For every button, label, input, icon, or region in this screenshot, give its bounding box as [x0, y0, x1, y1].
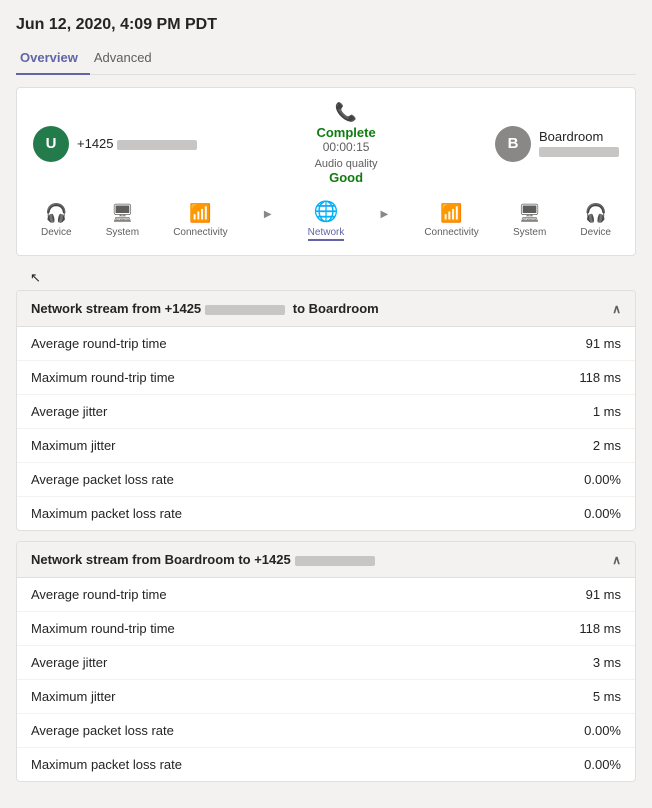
metric-label: Maximum jitter: [31, 689, 116, 704]
tabs-bar: Overview Advanced: [16, 44, 636, 75]
metric-label: Maximum packet loss rate: [31, 506, 182, 521]
connectivity-left-label: Connectivity: [173, 227, 227, 238]
avatar-right: B: [495, 126, 531, 162]
stream2-title-redacted: [295, 556, 375, 566]
metric-label: Maximum jitter: [31, 438, 116, 453]
system-left-label: System: [106, 227, 139, 238]
metric-label: Average packet loss rate: [31, 472, 174, 487]
page-timestamp: Jun 12, 2020, 4:09 PM PDT: [16, 16, 636, 34]
tab-advanced[interactable]: Advanced: [90, 44, 164, 75]
table-row: Maximum packet loss rate 0.00%: [17, 748, 635, 781]
wifi-left-icon: 📶: [189, 203, 211, 224]
device-right-label: Device: [580, 227, 611, 238]
tab-overview[interactable]: Overview: [16, 44, 90, 75]
metric-value: 118 ms: [579, 621, 621, 636]
signal-node-network: 🌐 Network: [308, 199, 345, 241]
redacted-bar-right: [539, 147, 619, 157]
metric-value: 91 ms: [586, 587, 621, 602]
signal-node-system-left: 🖥 System: [106, 203, 139, 238]
table-row: Average jitter 3 ms: [17, 646, 635, 680]
participant-left: U +1425: [33, 126, 197, 162]
metric-label: Average packet loss rate: [31, 723, 174, 738]
stream2-header[interactable]: Network stream from Boardroom to +1425 ∧: [17, 542, 635, 578]
metric-value: 0.00%: [584, 506, 621, 521]
table-row: Average packet loss rate 0.00%: [17, 463, 635, 497]
page-wrapper: Jun 12, 2020, 4:09 PM PDT Overview Advan…: [0, 0, 652, 808]
arrow-left: ▶: [262, 209, 274, 232]
metric-value: 0.00%: [584, 472, 621, 487]
table-row: Average jitter 1 ms: [17, 395, 635, 429]
participant-left-info: +1425: [77, 136, 197, 151]
participant-right: B Boardroom: [495, 126, 619, 162]
stream2-title: Network stream from Boardroom to +1425: [31, 552, 375, 567]
signal-node-system-right: 🖥 System: [513, 203, 546, 238]
redacted-bar-left: [117, 140, 197, 150]
metric-label: Maximum round-trip time: [31, 370, 175, 385]
headset-right-icon: 🎧: [585, 203, 607, 224]
arrow-right: ▶: [378, 209, 390, 232]
participant-right-name: Boardroom: [539, 129, 619, 144]
cursor-row: ↖: [16, 266, 636, 290]
stream2-section: Network stream from Boardroom to +1425 ∧…: [16, 541, 636, 782]
metric-value: 1 ms: [593, 404, 621, 419]
stream2-chevron: ∧: [612, 553, 621, 567]
signal-path: 🎧 Device 🖥 System 📶 Connectivity ▶ 🌐 Net…: [33, 199, 619, 241]
phone-icon: 📞: [197, 102, 495, 123]
table-row: Average packet loss rate 0.00%: [17, 714, 635, 748]
avatar-left: U: [33, 126, 69, 162]
metric-value: 2 ms: [593, 438, 621, 453]
table-row: Average round-trip time 91 ms: [17, 327, 635, 361]
call-card: U +1425 📞 Complete 00:00:15 Audio qualit…: [16, 87, 636, 256]
table-row: Maximum jitter 2 ms: [17, 429, 635, 463]
table-row: Maximum jitter 5 ms: [17, 680, 635, 714]
metric-label: Average round-trip time: [31, 587, 167, 602]
table-row: Average round-trip time 91 ms: [17, 578, 635, 612]
metric-value: 91 ms: [586, 336, 621, 351]
monitor-left-icon: 🖥: [111, 203, 134, 224]
call-duration: 00:00:15: [197, 140, 495, 154]
table-row: Maximum round-trip time 118 ms: [17, 361, 635, 395]
stream1-body: Average round-trip time 91 ms Maximum ro…: [17, 327, 635, 530]
metric-label: Average round-trip time: [31, 336, 167, 351]
participant-right-info: Boardroom: [539, 129, 619, 159]
stream1-section: Network stream from +1425 to Boardroom ∧…: [16, 290, 636, 531]
connectivity-right-label: Connectivity: [424, 227, 478, 238]
metric-value: 118 ms: [579, 370, 621, 385]
metric-value: 0.00%: [584, 723, 621, 738]
device-left-label: Device: [41, 227, 72, 238]
network-label: Network: [308, 227, 345, 241]
table-row: Maximum round-trip time 118 ms: [17, 612, 635, 646]
metric-value: 5 ms: [593, 689, 621, 704]
metric-value: 0.00%: [584, 757, 621, 772]
metric-label: Average jitter: [31, 655, 107, 670]
call-status: Complete: [197, 125, 495, 140]
metric-value: 3 ms: [593, 655, 621, 670]
headset-left-icon: 🎧: [45, 203, 67, 224]
stream1-header[interactable]: Network stream from +1425 to Boardroom ∧: [17, 291, 635, 327]
table-row: Maximum packet loss rate 0.00%: [17, 497, 635, 530]
wifi-right-icon: 📶: [440, 203, 462, 224]
call-participants: U +1425 📞 Complete 00:00:15 Audio qualit…: [33, 102, 619, 185]
signal-node-device-left: 🎧 Device: [41, 203, 72, 238]
metric-label: Maximum packet loss rate: [31, 757, 182, 772]
monitor-right-icon: 🖥: [518, 203, 541, 224]
metric-label: Maximum round-trip time: [31, 621, 175, 636]
stream1-chevron: ∧: [612, 302, 621, 316]
network-icon: 🌐: [314, 199, 339, 224]
audio-quality-label: Audio quality: [197, 158, 495, 170]
metric-label: Average jitter: [31, 404, 107, 419]
call-center-info: 📞 Complete 00:00:15 Audio quality Good: [197, 102, 495, 185]
stream1-title-redacted: [205, 305, 285, 315]
system-right-label: System: [513, 227, 546, 238]
signal-node-connectivity-left: 📶 Connectivity: [173, 203, 227, 238]
signal-node-device-right: 🎧 Device: [580, 203, 611, 238]
stream2-body: Average round-trip time 91 ms Maximum ro…: [17, 578, 635, 781]
audio-quality-value: Good: [197, 170, 495, 185]
stream1-title: Network stream from +1425 to Boardroom: [31, 301, 379, 316]
signal-node-connectivity-right: 📶 Connectivity: [424, 203, 478, 238]
participant-left-phone: +1425: [77, 136, 197, 151]
